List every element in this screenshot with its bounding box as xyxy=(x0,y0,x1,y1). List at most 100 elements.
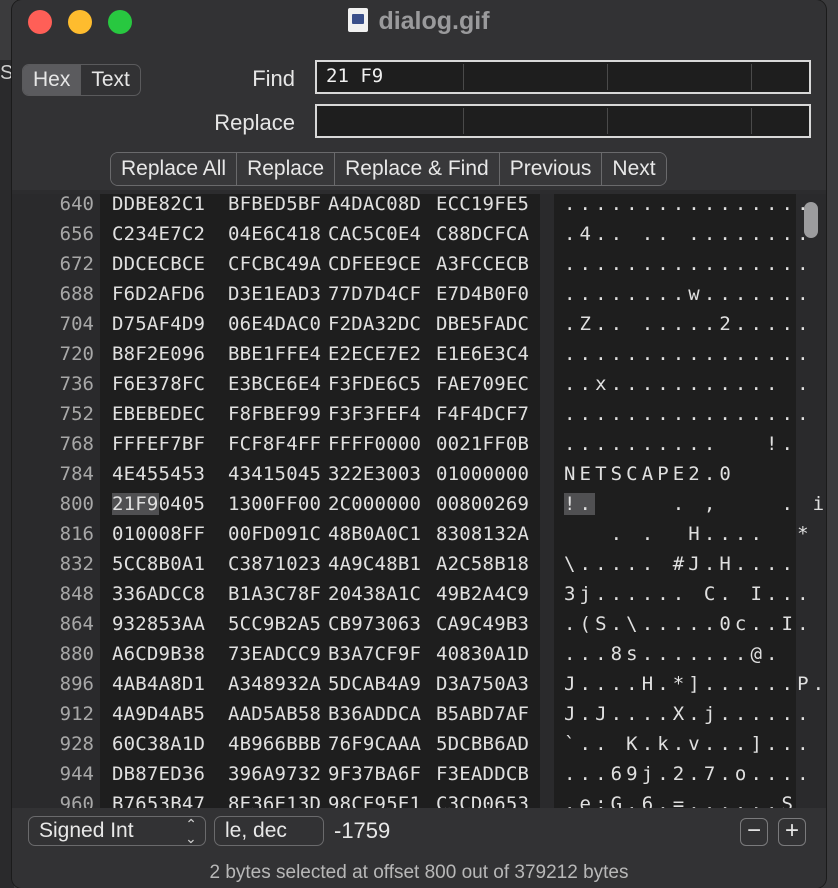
hex-group[interactable]: AAD5AB58 xyxy=(228,699,321,729)
hex-group[interactable]: F8FBEF99 xyxy=(228,399,321,429)
hex-group[interactable]: EBEBEDEC xyxy=(112,399,205,429)
hex-group[interactable]: DB87ED36 xyxy=(112,759,205,789)
format-popup[interactable]: le, dec xyxy=(214,816,324,846)
hex-group[interactable]: B8F2E096 xyxy=(112,339,205,369)
hex-group[interactable]: 48B0A0C1 xyxy=(328,519,421,549)
add-inspector-button[interactable]: + xyxy=(778,818,806,846)
hex-group[interactable]: A6CD9B38 xyxy=(112,639,205,669)
hex-group[interactable]: DDBE82C1 xyxy=(112,194,205,219)
hex-group[interactable]: 4B966BBB xyxy=(228,729,321,759)
hex-group[interactable]: C3CD0653 xyxy=(436,789,529,808)
selected-bytes[interactable]: 21F9 xyxy=(112,493,159,515)
hex-group[interactable]: ECC19FE5 xyxy=(436,194,529,219)
hex-group[interactable]: 2C000000 xyxy=(328,489,421,519)
hex-row[interactable]: 688 F6D2AFD6 D3E1EAD3 77D7D4CF E7D4B0F0.....… xyxy=(12,279,809,309)
hex-group[interactable]: 4A9D4AB5 xyxy=(112,699,205,729)
hex-group[interactable]: 60C38A1D xyxy=(112,729,205,759)
hex-group[interactable]: B5ABD7AF xyxy=(436,699,529,729)
hex-group[interactable]: 00FD091C xyxy=(228,519,321,549)
inspector-value[interactable]: -1759 xyxy=(334,816,390,846)
ascii-text[interactable]: ................ xyxy=(564,194,813,219)
ascii-text[interactable]: .Z.. .....2..... xyxy=(564,309,813,339)
next-button[interactable]: Next xyxy=(602,153,666,185)
hex-group[interactable]: DBE5FADC xyxy=(436,309,529,339)
ascii-text[interactable]: NETSCAPE2.0 xyxy=(564,459,813,489)
tab-text[interactable]: Text xyxy=(81,65,140,95)
replace-all-button[interactable]: Replace All xyxy=(111,153,237,185)
hex-row[interactable]: 960 B7653B47 8E36E13D 98CE95E1 C3CD0653 .e;G.… xyxy=(12,789,796,808)
ascii-text[interactable]: . . H.... * xyxy=(564,519,813,549)
hex-row[interactable]: 704 D75AF4D9 06E4DAC0 F2DA32DC DBE5FADC .Z.. … xyxy=(12,309,809,339)
hex-group[interactable]: E1E6E3C4 xyxy=(436,339,529,369)
hex-group[interactable]: 9F37BA6F xyxy=(328,759,421,789)
hex-group[interactable]: CDFEE9CE xyxy=(328,249,421,279)
ascii-text[interactable]: ...8s.......@. xyxy=(564,639,797,669)
hex-group[interactable]: CFCBC49A xyxy=(228,249,321,279)
hex-group[interactable]: 98CE95E1 xyxy=(328,789,421,808)
ascii-text[interactable]: ..x........... . xyxy=(564,369,813,399)
hex-group[interactable]: B7653B47 xyxy=(112,789,205,808)
ascii-text[interactable]: .4.. .. ........ xyxy=(564,219,813,249)
hex-group[interactable]: F6E378FC xyxy=(112,369,205,399)
hex-group[interactable]: C88DCFCA xyxy=(436,219,529,249)
hex-row[interactable]: 768 FFFEF7BF FCF8F4FF FFFF0000 0021FF0B.....… xyxy=(12,429,796,459)
hex-group[interactable]: 5CC8B0A1 xyxy=(112,549,205,579)
hex-group[interactable]: 322E3003 xyxy=(328,459,421,489)
hex-row[interactable]: 896 4AB4A8D1 A348932A 5DCAB4A9 D3A750A3 J....… xyxy=(12,669,824,699)
ascii-text[interactable]: ........w....... xyxy=(564,279,813,309)
ascii-text[interactable]: ................ xyxy=(564,249,813,279)
hex-group[interactable]: CAC5C0E4 xyxy=(328,219,421,249)
hex-group[interactable]: 5DCAB4A9 xyxy=(328,669,421,699)
ascii-text[interactable]: \..... #J.H.... xyxy=(564,549,813,579)
hex-row[interactable]: 944 DB87ED36 396A9732 9F37BA6F F3EADDCB ...69… xyxy=(12,759,809,789)
ascii-text[interactable]: !. . , . i xyxy=(564,489,826,519)
hex-group[interactable]: FCF8F4FF xyxy=(228,429,321,459)
ascii-text[interactable]: .e;G.6.=......S xyxy=(564,789,797,808)
hex-group[interactable]: 40830A1D xyxy=(436,639,529,669)
type-popup[interactable]: Signed Int ⌃ ⌃ xyxy=(28,816,206,846)
hex-group[interactable]: 49B2A4C9 xyxy=(436,579,529,609)
hex-group[interactable]: 336ADCC8 xyxy=(112,579,205,609)
hex-row[interactable]: 816 010008FF 00FD091C 48B0A0C1 8308132A . . … xyxy=(12,519,809,549)
hex-group[interactable]: 1300FF00 xyxy=(228,489,321,519)
hex-group[interactable]: 01000000 xyxy=(436,459,529,489)
ascii-text[interactable]: `.. K.k.v...]... xyxy=(564,729,813,759)
ascii-text[interactable]: J....H.*]......P. xyxy=(564,669,826,699)
hex-group[interactable]: BFBED5BF xyxy=(228,194,321,219)
hex-group[interactable]: 932853AA xyxy=(112,609,205,639)
hex-group[interactable]: FFFEF7BF xyxy=(112,429,205,459)
hex-row[interactable]: 880 A6CD9B38 73EADCC9 B3A7CF9F 40830A1D ...8s… xyxy=(12,639,796,669)
hex-row[interactable]: 736 F6E378FC E3BCE6E4 F3FDE6C5 FAE709EC ..x..… xyxy=(12,369,809,399)
hex-row[interactable]: 784 4E455453 43415045 322E3003 01000000 NETSC… xyxy=(12,459,796,489)
hex-group[interactable]: CA9C49B3 xyxy=(436,609,529,639)
hex-group[interactable]: A3FCCECB xyxy=(436,249,529,279)
hex-group[interactable]: E2ECE7E2 xyxy=(328,339,421,369)
hex-group[interactable]: F6D2AFD6 xyxy=(112,279,205,309)
hex-group[interactable]: E7D4B0F0 xyxy=(436,279,529,309)
hex-group[interactable]: F3FDE6C5 xyxy=(328,369,421,399)
hex-group[interactable]: A4DAC08D xyxy=(328,194,421,219)
hex-group[interactable]: 76F9CAAA xyxy=(328,729,421,759)
ascii-text[interactable]: .(S.\.....0c..I. xyxy=(564,609,813,639)
hex-group[interactable]: A348932A xyxy=(228,669,321,699)
hex-group[interactable]: 43415045 xyxy=(228,459,321,489)
hex-row[interactable]: 720 B8F2E096 BBE1FFE4 E2ECE7E2 E1E6E3C4.....… xyxy=(12,339,809,369)
ascii-text[interactable]: ................ xyxy=(564,399,813,429)
hex-group[interactable]: CB973063 xyxy=(328,609,421,639)
hex-row[interactable]: 672 DDCECBCE CFCBC49A CDFEE9CE A3FCCECB.....… xyxy=(12,249,809,279)
hex-row[interactable]: 800 21F90405 1300FF00 2C000000 00800269 !. . … xyxy=(12,489,824,519)
hex-group[interactable]: 20438A1C xyxy=(328,579,421,609)
hex-group[interactable]: 8308132A xyxy=(436,519,529,549)
ascii-text[interactable]: 3j...... C. I... xyxy=(564,579,813,609)
hex-group[interactable]: 04E6C418 xyxy=(228,219,321,249)
hex-row[interactable]: 752 EBEBEDEC F8FBEF99 F3F3FEF4 F4F4DCF7.....… xyxy=(12,399,809,429)
hex-group[interactable]: E3BCE6E4 xyxy=(228,369,321,399)
hex-group[interactable]: 21F90405 xyxy=(112,489,205,519)
hex-group[interactable]: D3E1EAD3 xyxy=(228,279,321,309)
hex-group[interactable]: A2C58B18 xyxy=(436,549,529,579)
hex-group[interactable]: 0021FF0B xyxy=(436,429,529,459)
hex-group[interactable]: 8E36E13D xyxy=(228,789,321,808)
hex-group[interactable]: 4E455453 xyxy=(112,459,205,489)
hex-group[interactable]: BBE1FFE4 xyxy=(228,339,321,369)
replace-button[interactable]: Replace xyxy=(237,153,335,185)
